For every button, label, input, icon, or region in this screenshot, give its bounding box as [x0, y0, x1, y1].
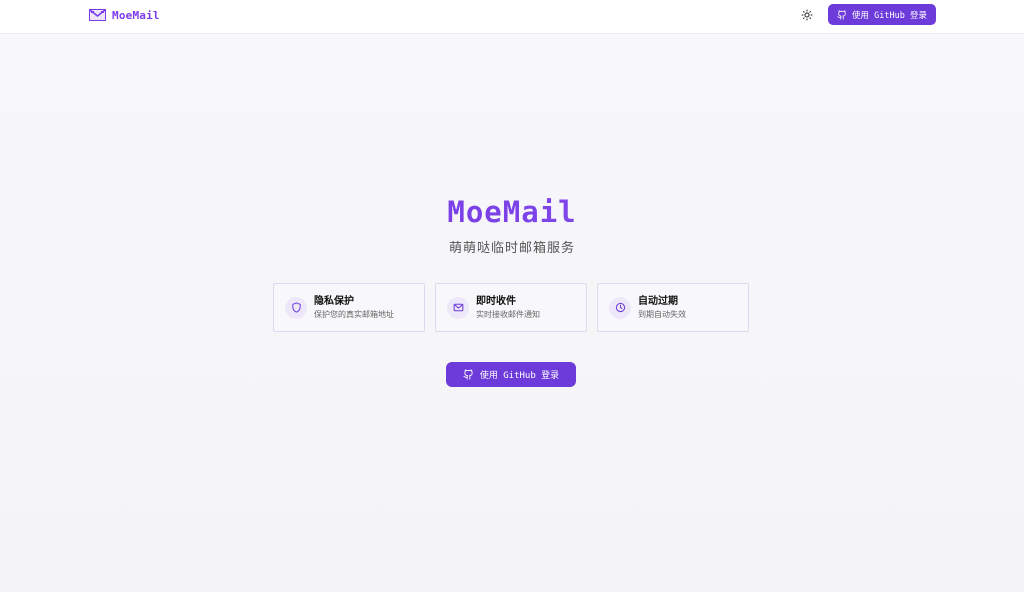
clock-icon	[615, 302, 625, 313]
github-login-button[interactable]: 使用 GitHub 登录	[446, 362, 576, 387]
feature-description: 保护您的真实邮箱地址	[314, 309, 394, 319]
github-login-button-header[interactable]: 使用 GitHub 登录	[828, 4, 936, 25]
top-navbar: MoeMail 使用 GitHub 登录	[0, 0, 1024, 34]
github-icon	[837, 9, 846, 20]
feature-description: 实时接收邮件通知	[476, 309, 540, 319]
feature-card-instant-mail: 即时收件 实时接收邮件通知	[435, 283, 587, 332]
logo-text: MoeMail	[112, 8, 160, 22]
sun-icon	[801, 9, 813, 21]
mail-envelope-icon	[89, 9, 106, 21]
github-login-label: 使用 GitHub 登录	[852, 10, 927, 21]
github-login-label: 使用 GitHub 登录	[479, 371, 560, 381]
theme-toggle-button[interactable]	[797, 5, 817, 25]
hero-title: MoeMail	[0, 195, 1024, 229]
feature-title: 隐私保护	[314, 295, 354, 307]
mail-icon	[453, 303, 463, 312]
github-icon	[463, 369, 473, 380]
feature-title: 自动过期	[638, 295, 678, 307]
feature-description: 到期自动失效	[638, 309, 686, 319]
hero-subtitle: 萌萌哒临时邮箱服务	[448, 241, 575, 256]
feature-card-privacy: 隐私保护 保护您的真实邮箱地址	[273, 283, 425, 332]
shield-icon	[291, 302, 301, 313]
feature-card-auto-expire: 自动过期 到期自动失效	[597, 283, 749, 332]
feature-title: 即时收件	[476, 295, 516, 307]
logo[interactable]: MoeMail	[89, 8, 160, 22]
